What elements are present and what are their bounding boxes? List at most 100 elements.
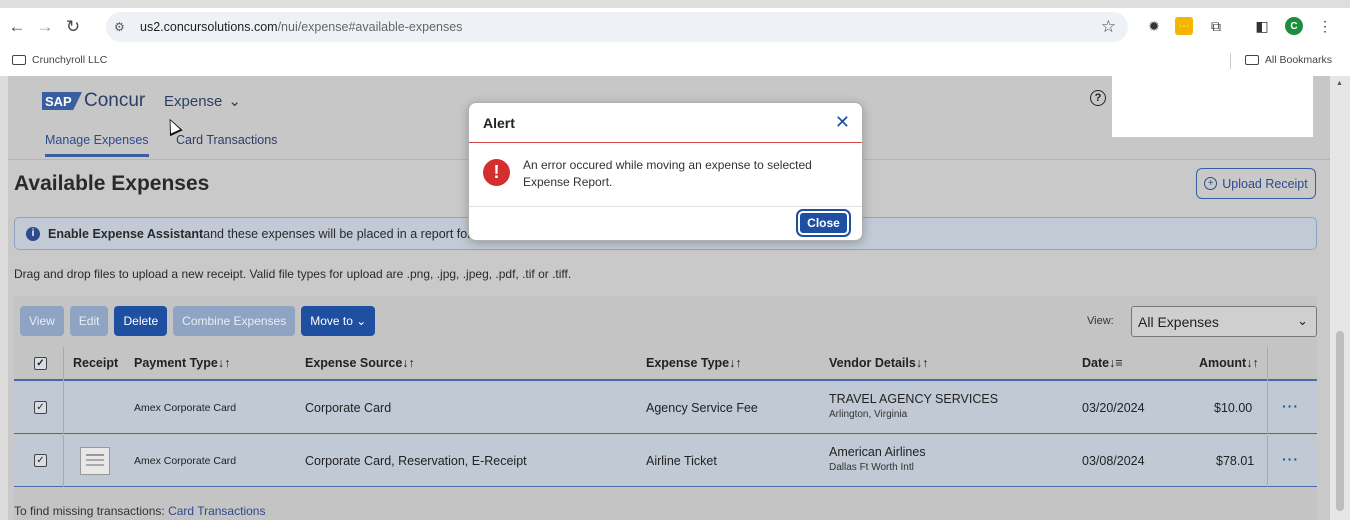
vendor-label: Vendor Details: [829, 356, 916, 370]
managed-folder-icon: [12, 55, 26, 65]
url-path: /nui/expense#available-expenses: [277, 20, 463, 34]
sort-icon: ↓↑: [217, 356, 231, 370]
bookmark-star-icon[interactable]: ☆: [1101, 17, 1116, 37]
cell-payment-type: Amex Corporate Card: [134, 402, 237, 414]
column-divider: [1267, 347, 1268, 381]
cell-payment-type: Amex Corporate Card: [134, 455, 237, 467]
view-filter-label: View:: [1087, 315, 1114, 327]
bookmarks-divider: [1230, 53, 1231, 69]
select-all-checkbox[interactable]: ✓: [34, 357, 47, 370]
dialog-message: An error occured while moving an expense…: [523, 158, 812, 189]
sort-icon: ↓↑: [729, 356, 742, 370]
upload-receipt-button[interactable]: + Upload Receipt: [1196, 168, 1316, 199]
chevron-down-icon: ⌄: [1297, 313, 1308, 328]
card-transactions-link[interactable]: Card Transactions: [168, 504, 265, 518]
cell-amount: $78.01: [1216, 454, 1255, 468]
chevron-down-icon: ⌄: [356, 314, 367, 328]
info-bold-text[interactable]: Enable Expense Assistant: [48, 227, 203, 241]
delete-button[interactable]: Delete: [114, 306, 168, 336]
move-to-button[interactable]: Move to ⌄: [301, 306, 376, 336]
missing-text: To find missing transactions:: [14, 504, 169, 518]
sort-icon: ↓↑: [1246, 356, 1259, 370]
column-expense-type[interactable]: Expense Type↓↑: [646, 356, 742, 370]
site-settings-icon[interactable]: ⚙: [114, 20, 132, 34]
expense-type-label: Expense Type: [646, 356, 730, 370]
extension-gear-icon[interactable]: ✹: [1145, 17, 1163, 35]
bookmarks-bar: Crunchyroll LLC All Bookmarks: [0, 46, 1350, 76]
chevron-down-icon: ⌄: [228, 93, 241, 110]
column-date[interactable]: Date↓≡: [1082, 356, 1123, 370]
help-icon[interactable]: ?: [1090, 90, 1106, 106]
expense-menu[interactable]: Expense ⌄: [164, 92, 241, 111]
concur-logo[interactable]: SAP Concur: [42, 90, 145, 112]
page-scrollbar[interactable]: ▲: [1330, 76, 1350, 520]
plus-circle-icon: +: [1204, 177, 1218, 190]
more-menu-icon[interactable]: ⋮: [1316, 17, 1334, 35]
dialog-header: Alert ✕: [469, 103, 862, 143]
column-amount[interactable]: Amount↓↑: [1199, 356, 1259, 370]
tab-manage-expenses[interactable]: Manage Expenses: [45, 133, 149, 157]
column-divider: [1267, 382, 1268, 434]
tab-card-transactions[interactable]: Card Transactions: [176, 133, 277, 147]
view-filter-value: All Expenses: [1138, 313, 1219, 330]
missing-transactions-hint: To find missing transactions: Card Trans…: [14, 504, 265, 518]
date-label: Date: [1082, 356, 1110, 370]
close-icon[interactable]: ✕: [835, 112, 850, 133]
forward-icon[interactable]: →: [34, 16, 56, 38]
address-bar[interactable]: ⚙ us2.concursolutions.com/nui/expense#av…: [106, 12, 1128, 42]
reload-icon[interactable]: ↻: [62, 16, 84, 38]
all-bookmarks-label: All Bookmarks: [1264, 54, 1332, 66]
bookmark-label: Crunchyroll LLC: [32, 54, 108, 66]
table-header: ✓ Receipt Payment Type↓↑ Expense Source↓…: [14, 347, 1317, 381]
upload-receipt-label: Upload Receipt: [1222, 176, 1308, 191]
folder-icon: [1244, 55, 1259, 65]
row-more-icon[interactable]: ···: [1282, 451, 1299, 467]
sort-descending-icon: ↓≡: [1109, 356, 1123, 370]
table-row[interactable]: ✓ Amex Corporate Card Corporate Card Age…: [14, 382, 1317, 434]
expenses-table: View Edit Delete Combine Expenses Move t…: [14, 296, 1317, 520]
column-receipt: Receipt: [73, 356, 119, 370]
cell-expense-source: Corporate Card: [305, 401, 392, 415]
alert-dialog: Alert ✕ ! An error occured while moving …: [468, 102, 863, 241]
info-text: and these expenses will be placed in a r…: [203, 226, 482, 241]
column-expense-source[interactable]: Expense Source↓↑: [305, 356, 415, 370]
view-filter-select[interactable]: All Expenses ⌄: [1131, 306, 1317, 337]
url-host: us2.concursolutions.com: [140, 20, 278, 34]
edit-button[interactable]: Edit: [69, 306, 109, 336]
table-row[interactable]: ✓ Amex Corporate Card Corporate Card, Re…: [14, 435, 1317, 487]
profile-avatar[interactable]: C: [1285, 17, 1303, 35]
row-more-icon[interactable]: ···: [1282, 398, 1299, 414]
blank-panel: [1112, 76, 1313, 137]
page-title: Available Expenses: [14, 172, 210, 195]
cell-vendor: American Airlines Dallas Ft Worth Intl: [829, 445, 926, 473]
combine-expenses-button[interactable]: Combine Expenses: [173, 306, 296, 336]
view-button[interactable]: View: [20, 306, 64, 336]
scrollbar-thumb[interactable]: [1336, 331, 1344, 511]
url-text: us2.concursolutions.com/nui/expense#avai…: [140, 20, 462, 34]
move-to-label: Move to: [310, 314, 353, 328]
extension-key-icon[interactable]: ⋯: [1175, 17, 1193, 35]
vendor-location: Arlington, Virginia: [829, 409, 908, 420]
cell-amount: $10.00: [1214, 401, 1253, 415]
bookmark-crunchyroll[interactable]: Crunchyroll LLC: [12, 54, 107, 66]
row-checkbox[interactable]: ✓: [34, 401, 47, 414]
browser-toolbar: ← → ↻ ⚙ us2.concursolutions.com/nui/expe…: [0, 8, 1350, 46]
column-vendor-details[interactable]: Vendor Details↓↑: [829, 356, 928, 370]
side-panel-icon[interactable]: ◧: [1253, 17, 1271, 35]
drag-drop-hint: Drag and drop files to upload a new rece…: [14, 267, 572, 281]
cell-expense-source: Corporate Card, Reservation, E-Receipt: [305, 454, 527, 468]
all-bookmarks-button[interactable]: All Bookmarks: [1244, 54, 1332, 66]
payment-type-label: Payment Type: [134, 356, 218, 370]
column-divider: [63, 347, 64, 381]
close-button[interactable]: Close: [796, 209, 851, 237]
dialog-title: Alert: [483, 115, 515, 131]
row-checkbox[interactable]: ✓: [34, 454, 47, 467]
expense-source-label: Expense Source: [305, 356, 403, 370]
column-payment-type[interactable]: Payment Type↓↑: [134, 356, 230, 370]
receipt-thumbnail[interactable]: [80, 447, 110, 475]
back-icon[interactable]: ←: [6, 16, 28, 38]
scroll-up-icon[interactable]: ▲: [1336, 80, 1343, 87]
concur-wordmark: Concur: [84, 90, 146, 111]
cell-expense-type: Airline Ticket: [646, 454, 717, 468]
extensions-puzzle-icon[interactable]: ⧉: [1207, 17, 1225, 35]
